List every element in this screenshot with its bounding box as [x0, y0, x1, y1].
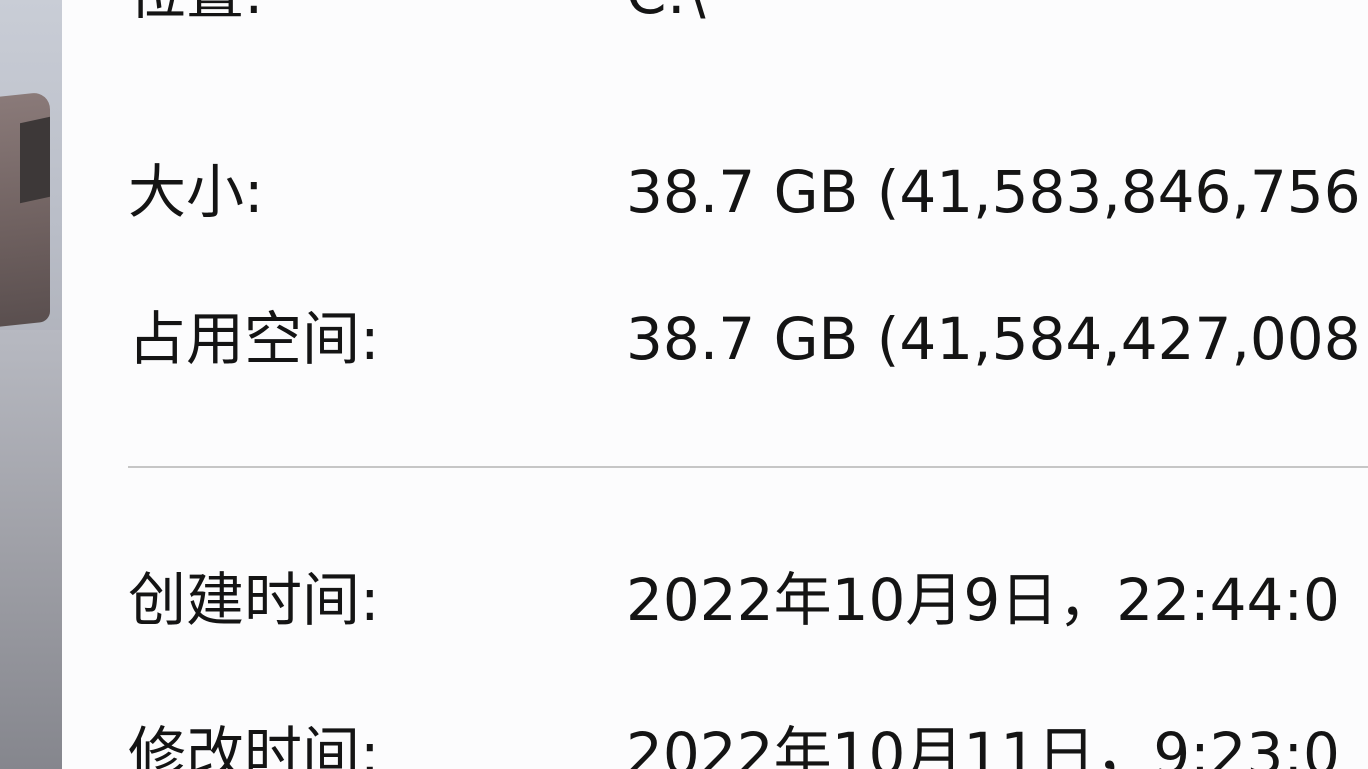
- created-value: 2022年10月9日，22:44:0: [626, 566, 1340, 634]
- size-value: 38.7 GB (41,583,846,756: [626, 158, 1361, 226]
- section-divider: [128, 466, 1368, 468]
- modified-value: 2022年10月11日，9:23:0: [626, 720, 1340, 769]
- size-on-disk-label: 占用空间:: [128, 305, 380, 373]
- properties-dialog: 位置: C:\ 大小: 38.7 GB (41,583,846,756 占用空间…: [62, 0, 1368, 769]
- size-label: 大小:: [128, 158, 264, 226]
- size-on-disk-value: 38.7 GB (41,584,427,008: [626, 305, 1361, 373]
- location-row: 位置: C:\: [62, 0, 1368, 38]
- created-row: 创建时间: 2022年10月9日，22:44:0: [62, 555, 1368, 645]
- created-label: 创建时间:: [128, 566, 380, 634]
- location-label: 位置:: [128, 0, 264, 38]
- desktop-background: [0, 0, 62, 769]
- modified-row: 修改时间: 2022年10月11日，9:23:0: [62, 709, 1368, 769]
- desktop-wallpaper-shadow: [20, 116, 50, 204]
- location-value: C:\: [626, 0, 706, 38]
- modified-label: 修改时间:: [128, 720, 380, 769]
- size-row: 大小: 38.7 GB (41,583,846,756: [62, 147, 1368, 237]
- desktop-wallpaper-region: [0, 330, 62, 769]
- size-on-disk-row: 占用空间: 38.7 GB (41,584,427,008: [62, 294, 1368, 384]
